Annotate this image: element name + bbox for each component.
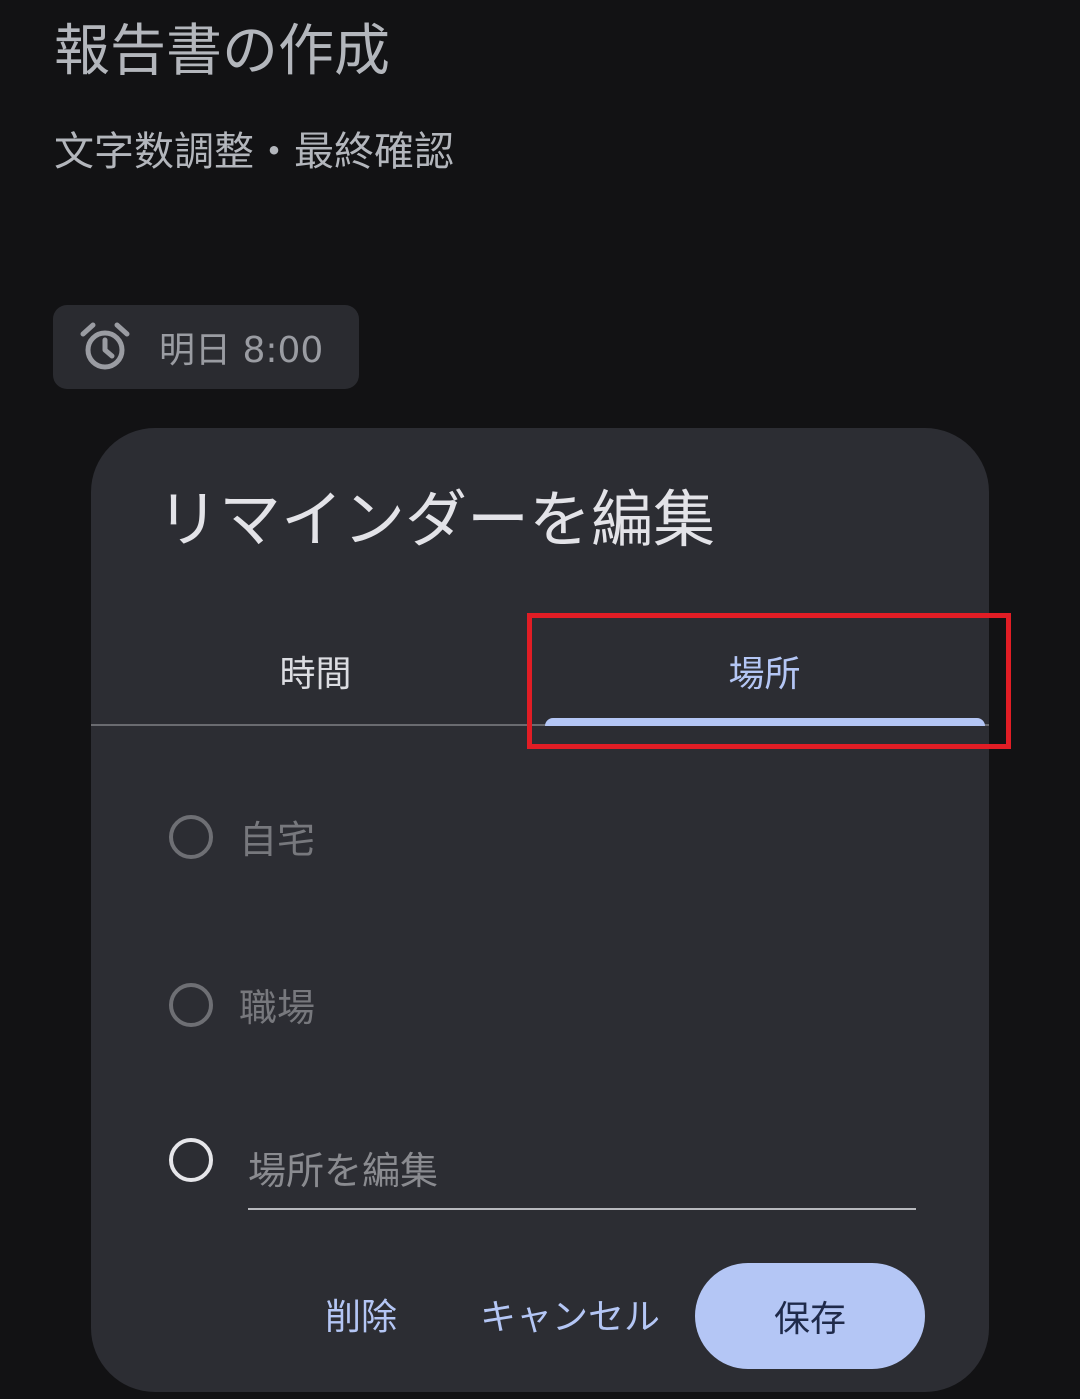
tab-bar: 時間 場所	[91, 616, 989, 726]
place-input[interactable]	[248, 1134, 916, 1210]
radio-work	[169, 982, 213, 1027]
edit-reminder-dialog: リマインダーを編集 時間 場所 自宅 職場 削除 キャンセル 保存	[91, 428, 989, 1392]
reminder-chip[interactable]: 明日 8:00	[53, 305, 359, 389]
option-home: 自宅	[169, 809, 315, 864]
note-title[interactable]: 報告書の作成	[54, 14, 390, 90]
note-body[interactable]: 文字数調整・最終確認	[54, 124, 454, 180]
tab-selected-indicator	[545, 718, 985, 726]
option-home-label: 自宅	[239, 818, 316, 862]
option-custom-place[interactable]	[169, 1138, 213, 1182]
save-button[interactable]: 保存	[695, 1263, 925, 1369]
reminder-chip-label: 明日 8:00	[159, 330, 324, 371]
tab-place[interactable]: 場所	[540, 616, 989, 726]
delete-button[interactable]: 削除	[309, 1264, 413, 1364]
dialog-title: リマインダーを編集	[157, 483, 716, 556]
cancel-button[interactable]: キャンセル	[475, 1264, 665, 1364]
radio-home	[169, 814, 213, 859]
radio-custom-place[interactable]	[169, 1138, 213, 1182]
option-work: 職場	[169, 977, 315, 1032]
alarm-clock-icon	[80, 322, 130, 370]
tab-time[interactable]: 時間	[91, 616, 540, 726]
option-work-label: 職場	[239, 986, 316, 1030]
